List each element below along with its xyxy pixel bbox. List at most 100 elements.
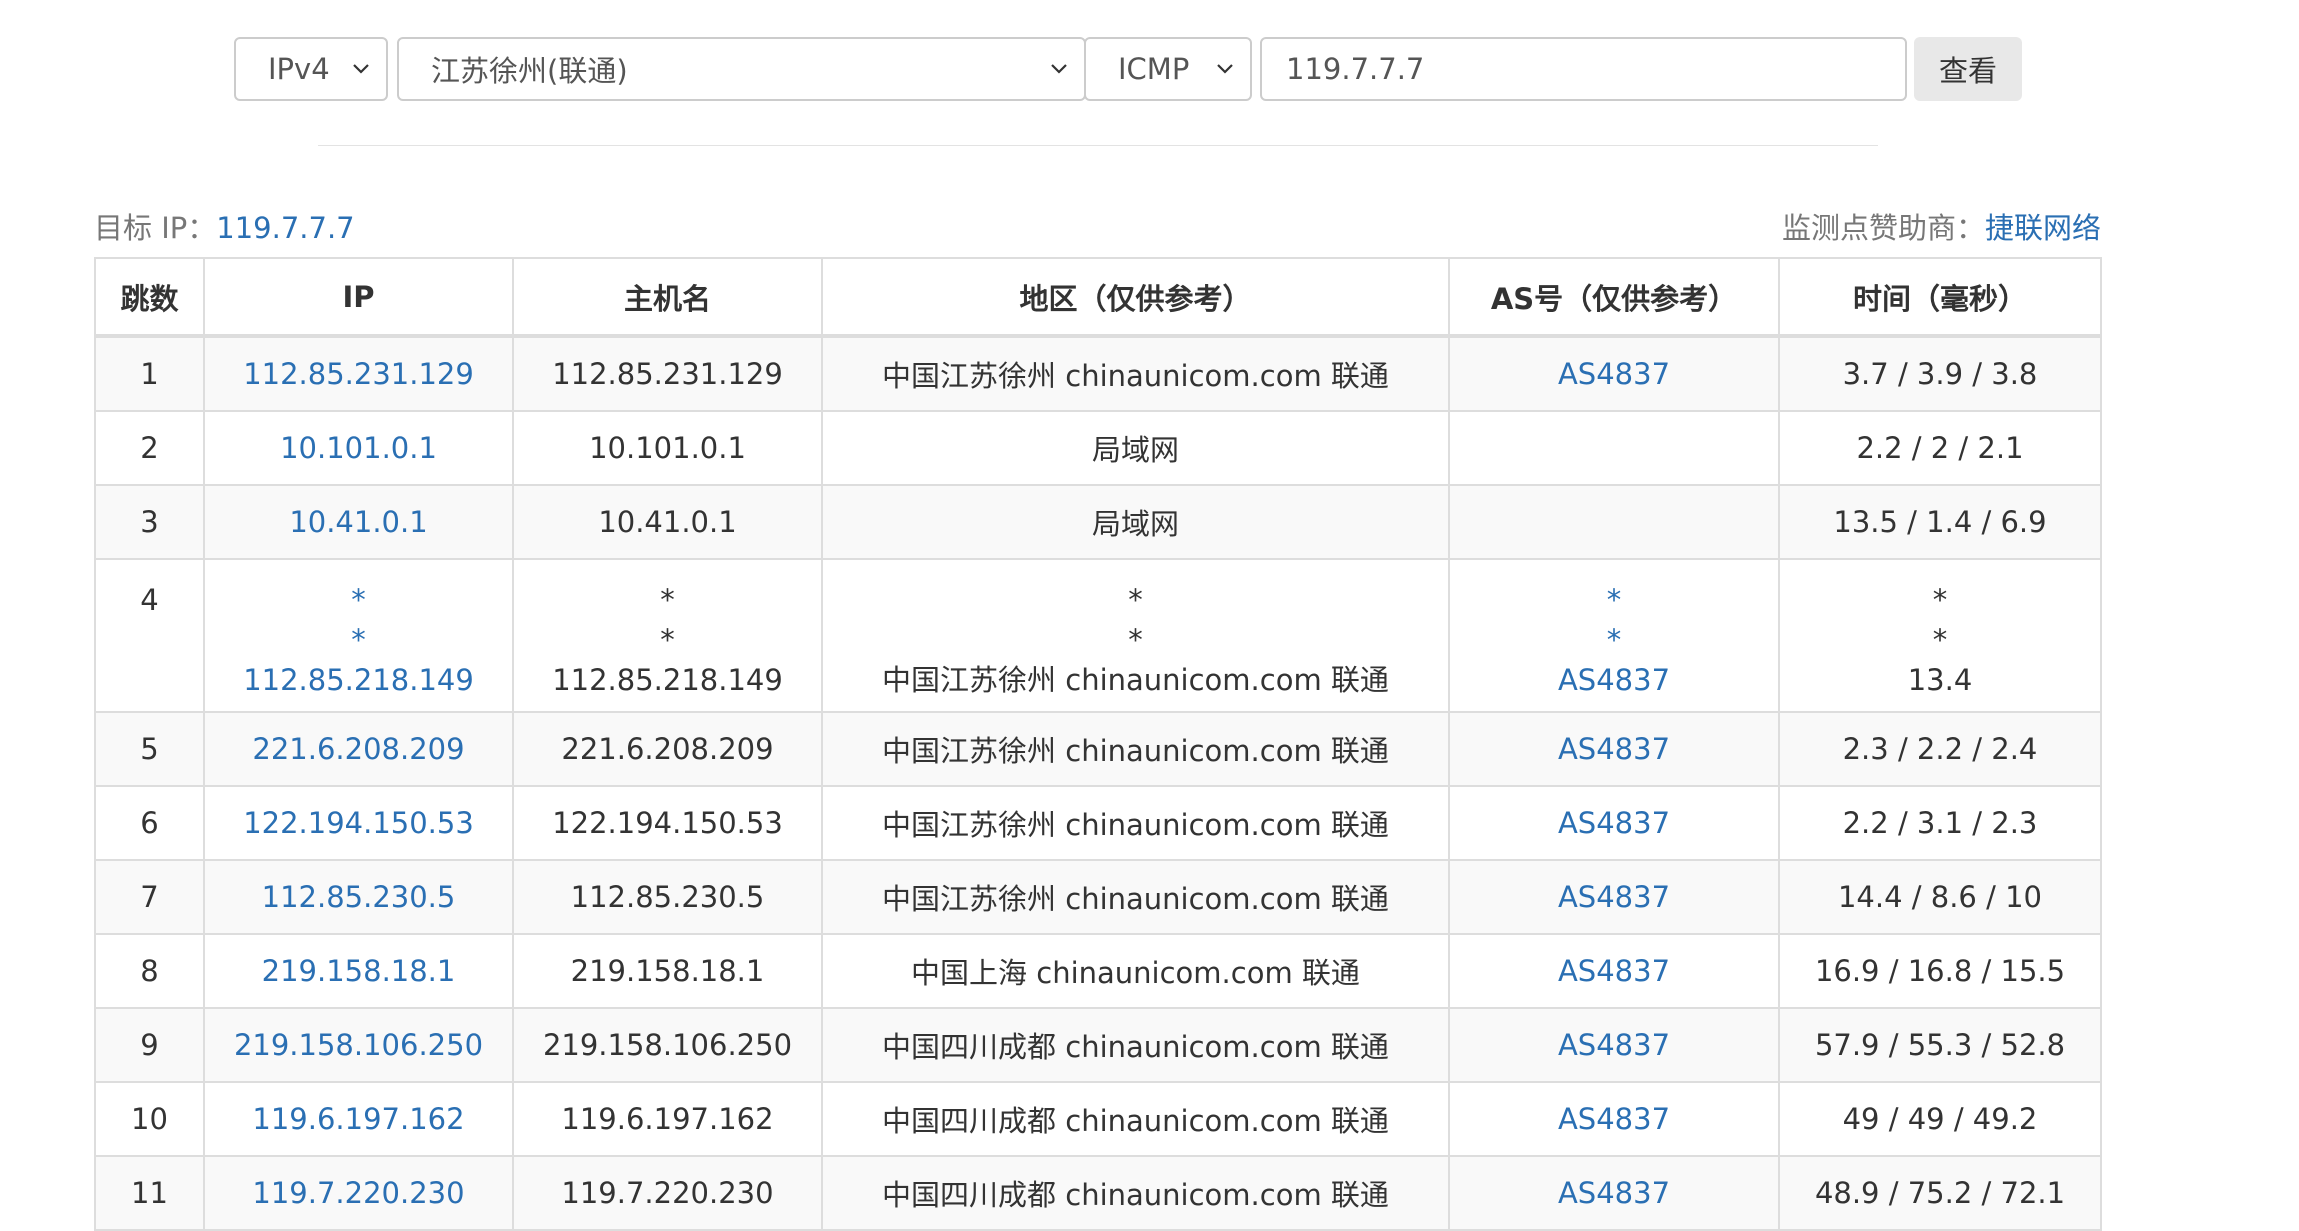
time-cell: 49 / 49 / 49.2 xyxy=(1778,1081,2102,1157)
region-cell: 中国江苏徐州 chinaunicom.com 联通 xyxy=(821,335,1450,412)
region-cell: 局域网 xyxy=(821,410,1450,486)
table-row: 7 112.85.230.5 112.85.230.5 中国江苏徐州 china… xyxy=(94,859,2102,935)
ip-cell: * * 112.85.218.149 xyxy=(203,558,514,713)
asn-link[interactable]: AS4837 xyxy=(1558,660,1670,700)
sponsor-link[interactable]: 捷联网络 xyxy=(1985,211,2101,245)
time-cell: 3.7 / 3.9 / 3.8 xyxy=(1778,335,2102,412)
region-value: 中国江苏徐州 chinaunicom.com 联通 xyxy=(882,663,1389,697)
ip-link[interactable]: 221.6.208.209 xyxy=(203,711,514,787)
hostname-cell: 221.6.208.209 xyxy=(512,711,823,787)
ip-link[interactable]: 219.158.18.1 xyxy=(203,933,514,1009)
region-cell: 中国江苏徐州 chinaunicom.com 联通 xyxy=(821,711,1450,787)
timeout-star: * xyxy=(1128,583,1143,617)
hop-cell: 5 xyxy=(94,711,205,787)
time-cell: 48.9 / 75.2 / 72.1 xyxy=(1778,1155,2102,1231)
node-value: 江苏徐州(联通) xyxy=(431,54,628,88)
table-row: 1 112.85.231.129 112.85.231.129 中国江苏徐州 c… xyxy=(94,335,2102,412)
table-header-row: 跳数 IP 主机名 地区（仅供参考） AS号（仅供参考） 时间（毫秒） xyxy=(94,257,2102,338)
hostname-cell: 122.194.150.53 xyxy=(512,785,823,861)
time-cell: 13.5 / 1.4 / 6.9 xyxy=(1778,484,2102,560)
ip-link[interactable]: 119.6.197.162 xyxy=(203,1081,514,1157)
ip-version-select[interactable]: IPv4 xyxy=(234,37,388,101)
asn-link[interactable]: AS4837 xyxy=(1448,1081,1780,1157)
region-cell: 中国上海 chinaunicom.com 联通 xyxy=(821,933,1450,1009)
table-row: 10 119.6.197.162 119.6.197.162 中国四川成都 ch… xyxy=(94,1081,2102,1157)
header-ip: IP xyxy=(203,257,514,338)
asn-link[interactable]: AS4837 xyxy=(1448,859,1780,935)
asn-link[interactable]: AS4837 xyxy=(1448,1007,1780,1083)
region-cell: 中国四川成都 chinaunicom.com 联通 xyxy=(821,1155,1450,1231)
timeout-star: * xyxy=(1606,583,1622,617)
time-cell: 2.3 / 2.2 / 2.4 xyxy=(1778,711,2102,787)
hostname-cell: 219.158.106.250 xyxy=(512,1007,823,1083)
page: IPv4 江苏徐州(联通) ICMP 119.7.7.7 查看 目标 IP：11… xyxy=(0,0,2299,1231)
region-cell: 中国四川成都 chinaunicom.com 联通 xyxy=(821,1081,1450,1157)
header-region: 地区（仅供参考） xyxy=(821,257,1450,338)
sponsor-line: 监测点赞助商：捷联网络 xyxy=(1782,205,2101,245)
region-cell: 中国四川成都 chinaunicom.com 联通 xyxy=(821,1007,1450,1083)
asn-link[interactable]: AS4837 xyxy=(1448,933,1780,1009)
timeout-star: * xyxy=(1932,623,1948,657)
target-ip-label: 目标 IP： xyxy=(94,211,217,245)
hop-cell: 1 xyxy=(94,335,205,412)
table-row: 8 219.158.18.1 219.158.18.1 中国上海 chinaun… xyxy=(94,933,2102,1009)
target-ip-link[interactable]: 119.7.7.7 xyxy=(216,211,354,245)
hop-cell: 9 xyxy=(94,1007,205,1083)
target-input[interactable]: 119.7.7.7 xyxy=(1260,37,1907,101)
header-hostname: 主机名 xyxy=(512,257,823,338)
ip-link[interactable]: 10.101.0.1 xyxy=(203,410,514,486)
ip-link[interactable]: 112.85.218.149 xyxy=(243,660,474,700)
timeout-star: * xyxy=(1606,623,1622,657)
table-row: 6 122.194.150.53 122.194.150.53 中国江苏徐州 c… xyxy=(94,785,2102,861)
divider xyxy=(318,145,1878,146)
timeout-star: * xyxy=(660,583,675,617)
header-asn: AS号（仅供参考） xyxy=(1448,257,1780,338)
asn-link[interactable]: AS4837 xyxy=(1448,335,1780,412)
timeout-star: * xyxy=(660,623,675,657)
time-cell: 2.2 / 2 / 2.1 xyxy=(1778,410,2102,486)
asn-link[interactable]: AS4837 xyxy=(1448,1155,1780,1231)
hop-cell: 3 xyxy=(94,484,205,560)
time-cell: 16.9 / 16.8 / 15.5 xyxy=(1778,933,2102,1009)
hostname-cell: 219.158.18.1 xyxy=(512,933,823,1009)
asn-cell: * * AS4837 xyxy=(1448,558,1780,713)
protocol-select[interactable]: ICMP xyxy=(1084,37,1252,101)
asn-link[interactable]: AS4837 xyxy=(1448,785,1780,861)
hostname-cell: 119.6.197.162 xyxy=(512,1081,823,1157)
header-time: 时间（毫秒） xyxy=(1778,257,2102,338)
timeout-star: * xyxy=(1932,583,1948,617)
chevron-down-icon xyxy=(350,57,372,79)
asn-link[interactable] xyxy=(1448,484,1780,560)
time-cell: * * 13.4 xyxy=(1778,558,2102,713)
hostname-cell: 119.7.220.230 xyxy=(512,1155,823,1231)
ip-link[interactable]: 10.41.0.1 xyxy=(203,484,514,560)
region-cell: 中国江苏徐州 chinaunicom.com 联通 xyxy=(821,859,1450,935)
hop-cell: 6 xyxy=(94,785,205,861)
timeout-star: * xyxy=(351,623,366,657)
query-button[interactable]: 查看 xyxy=(1914,37,2022,101)
table-row: 2 10.101.0.1 10.101.0.1 局域网 2.2 / 2 / 2.… xyxy=(94,410,2102,486)
ip-link[interactable]: 112.85.230.5 xyxy=(203,859,514,935)
chevron-down-icon xyxy=(1214,57,1236,79)
hop-cell: 11 xyxy=(94,1155,205,1231)
ip-link[interactable]: 112.85.231.129 xyxy=(203,335,514,412)
hostname-cell: 10.41.0.1 xyxy=(512,484,823,560)
asn-link[interactable]: AS4837 xyxy=(1448,711,1780,787)
ip-link[interactable]: 119.7.220.230 xyxy=(203,1155,514,1231)
hop-cell: 2 xyxy=(94,410,205,486)
hop-cell: 10 xyxy=(94,1081,205,1157)
hop-cell: 4 xyxy=(94,558,205,713)
table-row: 4 * * 112.85.218.149 * * 112.85.218.149 xyxy=(94,558,2102,713)
hop-cell: 7 xyxy=(94,859,205,935)
node-select[interactable]: 江苏徐州(联通) xyxy=(397,37,1086,101)
region-cell: * * 中国江苏徐州 chinaunicom.com 联通 xyxy=(821,558,1450,713)
chevron-down-icon xyxy=(1048,57,1070,79)
ip-link[interactable]: 122.194.150.53 xyxy=(203,785,514,861)
ip-link[interactable]: 219.158.106.250 xyxy=(203,1007,514,1083)
table-row: 11 119.7.220.230 119.7.220.230 中国四川成都 ch… xyxy=(94,1155,2102,1231)
time-cell: 14.4 / 8.6 / 10 xyxy=(1778,859,2102,935)
time-value: 13.4 xyxy=(1907,663,1973,697)
ip-version-value: IPv4 xyxy=(268,52,330,86)
asn-link[interactable] xyxy=(1448,410,1780,486)
hop-number: 4 xyxy=(140,583,159,617)
